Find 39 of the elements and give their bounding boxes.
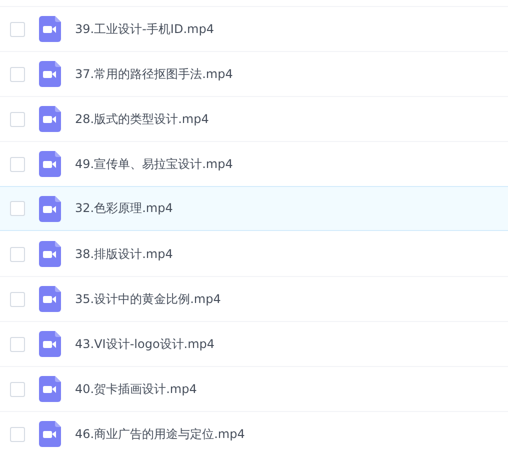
file-row[interactable]: 43.VI设计-logo设计.mp4 bbox=[0, 321, 508, 366]
file-row[interactable]: 46.商业广告的用途与定位.mp4 bbox=[0, 411, 508, 452]
checkbox[interactable] bbox=[10, 336, 25, 352]
checkbox[interactable] bbox=[10, 382, 25, 396]
video-file-icon bbox=[39, 61, 61, 87]
file-name: 37.常用的路径抠图手法.mp4 bbox=[75, 66, 233, 82]
file-row[interactable]: 35.设计中的黄金比例.mp4 bbox=[0, 276, 508, 321]
file-name: 38.排版设计.mp4 bbox=[75, 246, 173, 262]
file-row[interactable]: 32.色彩原理.mp4 bbox=[0, 186, 508, 231]
checkbox[interactable] bbox=[10, 426, 25, 442]
file-row[interactable]: 39.工业设计-手机ID.mp4 bbox=[0, 6, 508, 51]
video-file-icon bbox=[39, 421, 61, 447]
checkbox[interactable] bbox=[10, 22, 25, 36]
file-row[interactable]: 40.贺卡插画设计.mp4 bbox=[0, 366, 508, 411]
video-file-icon bbox=[39, 16, 61, 42]
file-name: 35.设计中的黄金比例.mp4 bbox=[75, 290, 221, 308]
checkbox[interactable] bbox=[10, 112, 25, 126]
video-file-icon bbox=[39, 151, 61, 177]
file-row[interactable]: 37.常用的路径抠图手法.mp4 bbox=[0, 51, 508, 96]
file-row[interactable]: 28.版式的类型设计.mp4 bbox=[0, 96, 508, 141]
video-file-icon bbox=[39, 376, 61, 402]
checkbox[interactable] bbox=[10, 66, 25, 82]
file-name: 32.色彩原理.mp4 bbox=[75, 200, 173, 217]
checkbox[interactable] bbox=[10, 156, 25, 172]
checkbox[interactable] bbox=[10, 201, 25, 216]
video-file-icon bbox=[39, 196, 61, 222]
file-name: 39.工业设计-手机ID.mp4 bbox=[75, 20, 214, 38]
checkbox[interactable] bbox=[10, 246, 25, 262]
file-row[interactable]: 38.排版设计.mp4 bbox=[0, 231, 508, 276]
video-file-icon bbox=[39, 286, 61, 312]
checkbox[interactable] bbox=[10, 292, 25, 306]
file-name: 28.版式的类型设计.mp4 bbox=[75, 110, 209, 128]
file-name: 43.VI设计-logo设计.mp4 bbox=[75, 336, 215, 352]
video-file-icon bbox=[39, 106, 61, 132]
file-name: 40.贺卡插画设计.mp4 bbox=[75, 380, 197, 398]
video-file-icon bbox=[39, 331, 61, 357]
file-name: 46.商业广告的用途与定位.mp4 bbox=[75, 426, 245, 442]
video-file-icon bbox=[39, 241, 61, 267]
file-name: 49.宣传单、易拉宝设计.mp4 bbox=[75, 156, 233, 172]
